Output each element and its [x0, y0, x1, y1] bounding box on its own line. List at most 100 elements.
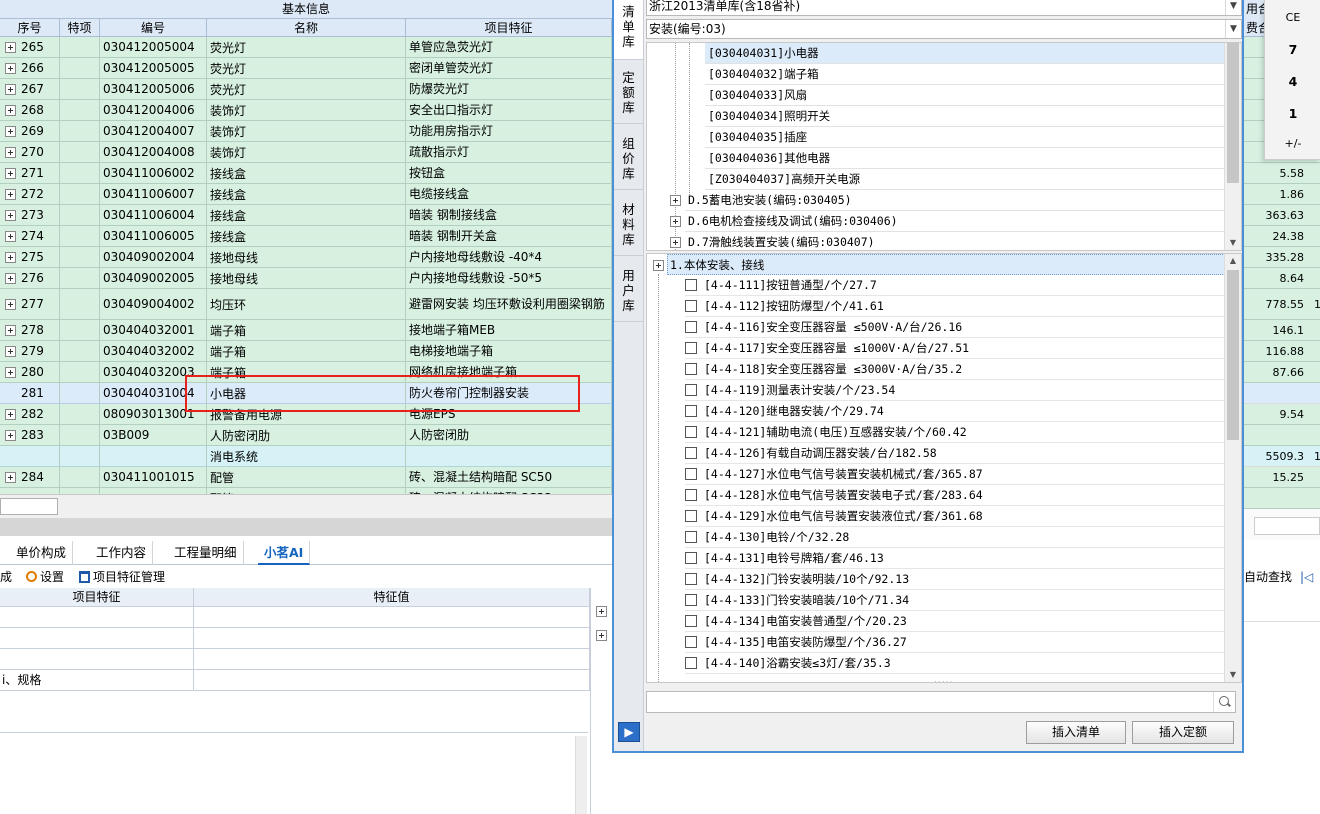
feature-row[interactable]	[0, 649, 590, 670]
feature-cell[interactable]: i、规格	[0, 670, 194, 691]
row-seq[interactable]: 274	[0, 226, 60, 246]
side-tab-combo[interactable]: 组价库	[614, 132, 643, 190]
row-special[interactable]	[60, 163, 100, 183]
checkbox[interactable]	[685, 552, 697, 564]
row-seq[interactable]: 270	[0, 142, 60, 162]
feature-row[interactable]	[0, 628, 590, 649]
checkbox[interactable]	[685, 363, 697, 375]
row-special[interactable]	[60, 467, 100, 487]
row-name[interactable]: 配管	[207, 467, 406, 487]
expand-icon[interactable]	[5, 429, 16, 441]
row-code[interactable]: 030404032002	[100, 341, 207, 361]
footer-input[interactable]	[0, 498, 58, 515]
row-special[interactable]	[60, 289, 100, 319]
value-cell[interactable]	[194, 607, 590, 628]
expand-icon[interactable]	[5, 104, 16, 116]
value-cell[interactable]	[194, 628, 590, 649]
row-name[interactable]: 荧光灯	[207, 58, 406, 78]
collapse-arrow-icon[interactable]: ▶	[618, 722, 640, 742]
row-name[interactable]: 端子箱	[207, 341, 406, 361]
row-special[interactable]	[60, 37, 100, 57]
chapter-tree-node[interactable]: [030404035]插座	[705, 127, 1225, 148]
expand-icon[interactable]	[5, 408, 16, 420]
tree-expand-icon[interactable]	[670, 216, 681, 230]
row-seq[interactable]: 272	[0, 184, 60, 204]
row-special[interactable]	[60, 58, 100, 78]
chapter-tree-node[interactable]: [Z030404037]高频开关电源	[705, 169, 1225, 190]
row-special[interactable]	[60, 320, 100, 340]
first-page-icon[interactable]: |◁	[1300, 570, 1313, 584]
row-seq[interactable]: 265	[0, 37, 60, 57]
expand-icon[interactable]	[5, 345, 16, 357]
row-name[interactable]: 接线盒	[207, 205, 406, 225]
table-row[interactable]: 267 030412005006 荧光灯 防爆荧光灯	[0, 79, 612, 100]
table-row[interactable]: 270 030412004008 装饰灯 疏散指示灯	[0, 142, 612, 163]
tree-expand-icon[interactable]	[670, 237, 681, 250]
feature-cell[interactable]	[0, 649, 194, 670]
value-cell[interactable]	[194, 670, 590, 691]
checkbox[interactable]	[685, 447, 697, 459]
row-seq[interactable]: 278	[0, 320, 60, 340]
row-code[interactable]: 030411006004	[100, 205, 207, 225]
expand-icon[interactable]	[5, 251, 16, 263]
row-feature[interactable]: 按钮盒	[406, 163, 612, 183]
checkbox[interactable]	[685, 489, 697, 501]
row-special[interactable]	[60, 341, 100, 361]
expand-icon[interactable]	[5, 167, 16, 179]
row-feature[interactable]: 电缆接线盒	[406, 184, 612, 204]
search-icon[interactable]	[1213, 692, 1235, 712]
row-seq[interactable]: 273	[0, 205, 60, 225]
quota-tree-node[interactable]: [4-4-127]水位电气信号装置安装机械式/套/365.87	[685, 464, 1225, 485]
quota-tree-node[interactable]: [4-4-126]有载自动调压器安装/台/182.58	[685, 443, 1225, 464]
table-row[interactable]: 269 030412004007 装饰灯 功能用房指示灯	[0, 121, 612, 142]
row-name[interactable]: 均压环	[207, 289, 406, 319]
settings-button[interactable]: 设置	[26, 566, 64, 588]
row-seq[interactable]: 268	[0, 100, 60, 120]
quota-tree-node[interactable]: [4-4-116]安全变压器容量 ≤500V·A/台/26.16	[685, 317, 1225, 338]
scrollbar-thumb[interactable]	[1227, 270, 1239, 440]
checkbox[interactable]	[685, 384, 697, 396]
auto-find-button[interactable]: 自动查找	[1244, 567, 1292, 587]
chapter-tree-node[interactable]: [030404032]端子箱	[705, 64, 1225, 85]
table-row[interactable]: 274 030411006005 接线盒 暗装 钢制开关盒	[0, 226, 612, 247]
row-seq[interactable]: 283	[0, 425, 60, 445]
row-code[interactable]: 030412005006	[100, 79, 207, 99]
row-name[interactable]: 装饰灯	[207, 142, 406, 162]
row-special[interactable]	[60, 425, 100, 445]
table-row[interactable]: 276 030409002005 接地母线 户内接地母线敷设 -50*5	[0, 268, 612, 289]
row-feature[interactable]: 人防密闭肋	[406, 425, 612, 445]
row-name[interactable]: 装饰灯	[207, 100, 406, 120]
calc-key-sign[interactable]: +/-	[1265, 128, 1320, 160]
row-code[interactable]: 030404032001	[100, 320, 207, 340]
row-name[interactable]: 接线盒	[207, 226, 406, 246]
row-special[interactable]	[60, 205, 100, 225]
row-name[interactable]: 装饰灯	[207, 121, 406, 141]
chapter-tree-node[interactable]: [030404031]小电器	[705, 43, 1225, 64]
checkbox[interactable]	[685, 510, 697, 522]
checkbox[interactable]	[685, 636, 697, 648]
row-seq[interactable]: 280	[0, 362, 60, 382]
row-feature[interactable]: 接地端子箱MEB	[406, 320, 612, 340]
row-feature[interactable]: 单管应急荧光灯	[406, 37, 612, 57]
chapter-tree-node[interactable]: [030404033]风扇	[705, 85, 1225, 106]
checkbox[interactable]	[685, 300, 697, 312]
quota-tree-node[interactable]: [4-4-132]门铃安装明装/10个/92.13	[685, 569, 1225, 590]
expand-icon[interactable]	[5, 209, 16, 221]
row-code[interactable]: 030409004002	[100, 289, 207, 319]
search-input[interactable]	[646, 691, 1236, 713]
row-code[interactable]: 030411006005	[100, 226, 207, 246]
table-row[interactable]: 278 030404032001 端子箱 接地端子箱MEB	[0, 320, 612, 341]
tab-quantity-detail[interactable]: 工程量明细	[168, 541, 244, 565]
row-code[interactable]: 030412005005	[100, 58, 207, 78]
checkbox[interactable]	[685, 615, 697, 627]
quota-tree-node[interactable]: [4-4-121]辅助电流(电压)互感器安装/个/60.42	[685, 422, 1225, 443]
row-code[interactable]: 030409002004	[100, 247, 207, 267]
row-seq[interactable]: 276	[0, 268, 60, 288]
splitter-grip[interactable]: ·····	[934, 678, 953, 682]
row-feature[interactable]: 户内接地母线敷设 -50*5	[406, 268, 612, 288]
table-row[interactable]: 268 030412004006 装饰灯 安全出口指示灯	[0, 100, 612, 121]
checkbox[interactable]	[685, 279, 697, 291]
checkbox[interactable]	[685, 531, 697, 543]
expand-icon[interactable]	[5, 188, 16, 200]
row-seq[interactable]: 271	[0, 163, 60, 183]
